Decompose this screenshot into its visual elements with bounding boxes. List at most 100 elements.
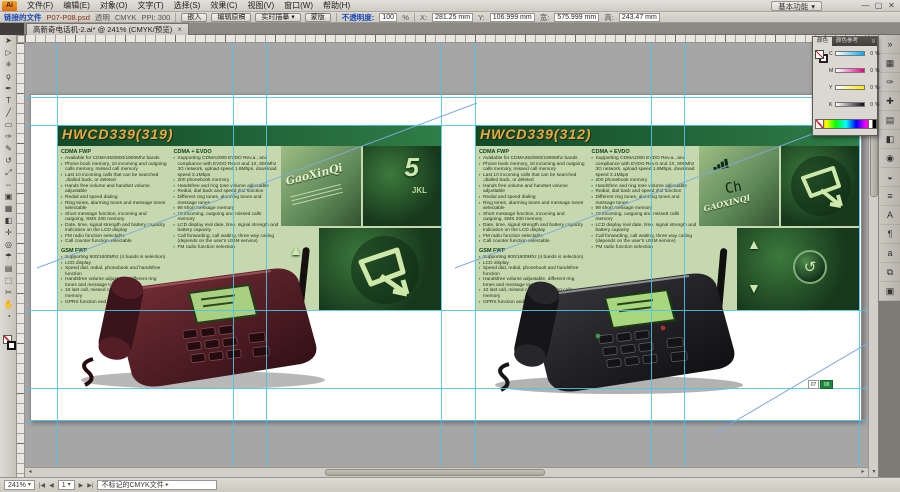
artboards-panel-icon[interactable]: ▣ [879, 282, 900, 301]
width-input[interactable]: 575.999 mm [554, 13, 599, 22]
last-artboard-icon[interactable]: ▶| [87, 482, 93, 489]
fill-chip[interactable] [815, 50, 824, 59]
brushes-panel-icon[interactable]: ✑ [879, 73, 900, 92]
close-icon[interactable]: × [177, 25, 182, 34]
opacity-input[interactable]: 100 [379, 13, 397, 22]
menu-object[interactable]: 对象(O) [95, 0, 133, 11]
graphic-styles-panel-icon[interactable]: ▤ [879, 111, 900, 130]
slider-value[interactable]: 0 [867, 68, 873, 74]
type-tool-icon[interactable]: T [0, 95, 17, 107]
slider-value[interactable]: 0 [867, 85, 873, 91]
close-button[interactable]: ✕ [885, 0, 898, 11]
paragraph-panel-icon[interactable]: ¶ [879, 225, 900, 244]
menu-file[interactable]: 文件(F) [22, 0, 58, 11]
fill-stroke-indicator[interactable] [815, 50, 829, 64]
layers-panel-icon[interactable]: ⧉ [879, 263, 900, 282]
live-trace-button[interactable]: 实时描摹 ▾ [255, 13, 300, 22]
scroll-left-icon[interactable]: ◂ [25, 468, 35, 477]
selection-tool-icon[interactable]: ➤ [0, 35, 17, 47]
menu-help[interactable]: 帮助(H) [318, 0, 355, 11]
workspace-switcher[interactable]: 基本功能 ▾ [771, 1, 822, 11]
artboard-tool-icon[interactable]: ⬚ [0, 275, 17, 287]
line-tool-icon[interactable]: ╱ [0, 107, 17, 119]
cyan-slider[interactable] [835, 51, 865, 56]
menu-edit[interactable]: 编辑(E) [58, 0, 95, 11]
edit-original-button[interactable]: 编辑原稿 [211, 13, 251, 22]
menu-type[interactable]: 文字(T) [132, 0, 168, 11]
linked-file-label[interactable]: 链接的文件 [4, 12, 42, 23]
free-transform-tool-icon[interactable]: ▣ [0, 191, 17, 203]
appearance-panel-icon[interactable]: ◉ [879, 149, 900, 168]
scroll-right-icon[interactable]: ▸ [858, 468, 868, 477]
previous-artboard-icon[interactable]: ◀ [49, 482, 54, 489]
mesh-tool-icon[interactable]: ▦ [0, 203, 17, 215]
direct-selection-tool-icon[interactable]: ▷ [0, 47, 17, 59]
artboard-number-field[interactable]: 1 ▾ [58, 480, 75, 490]
height-input[interactable]: 243.47 mm [619, 13, 660, 22]
graph-tool-icon[interactable]: ▤ [0, 263, 17, 275]
status-text: 不标记的CMYK文件 [101, 481, 163, 490]
stroke-panel-icon[interactable]: ≡ [879, 187, 900, 206]
menu-effect[interactable]: 效果(C) [205, 0, 242, 11]
mask-button[interactable]: 蒙版 [305, 13, 331, 22]
horizontal-scrollbar[interactable]: ◂ ▸ [25, 467, 868, 477]
black-white-swatch[interactable] [868, 120, 876, 128]
menu-window[interactable]: 窗口(W) [279, 0, 318, 11]
status-bar: 241% ▾ |◀ ◀ 1 ▾ ▶ ▶| 不标记的CMYK文件 ▸ [0, 477, 900, 492]
hand-tool-icon[interactable]: ✋ [0, 299, 17, 311]
horizontal-scroll-thumb[interactable] [325, 469, 545, 476]
tab-color-guide[interactable]: 颜色参考 [832, 37, 862, 46]
magenta-slider[interactable] [835, 68, 865, 73]
black-slider[interactable] [835, 102, 865, 107]
slice-tool-icon[interactable]: ✂ [0, 287, 17, 299]
symbols-panel-icon[interactable]: ✚ [879, 92, 900, 111]
magic-wand-tool-icon[interactable]: ✳ [0, 59, 17, 71]
first-artboard-icon[interactable]: |◀ [39, 482, 45, 489]
stroke-color-swatch[interactable] [7, 341, 16, 350]
gradient-tool-icon[interactable]: ◧ [0, 215, 17, 227]
minimize-button[interactable]: — [859, 0, 872, 11]
x-input[interactable]: 281.25 mm [432, 13, 473, 22]
eyedropper-tool-icon[interactable]: ✛ [0, 227, 17, 239]
gradient-panel-icon[interactable]: ◧ [879, 130, 900, 149]
none-color-swatch[interactable] [816, 120, 824, 128]
glyphs-panel-icon[interactable]: a [879, 244, 900, 263]
restore-button[interactable]: ▢ [872, 0, 885, 11]
blend-tool-icon[interactable]: ◎ [0, 239, 17, 251]
symbol-sprayer-tool-icon[interactable]: ☂ [0, 251, 17, 263]
list-item: Short message function, incoming and out… [479, 212, 585, 223]
rotate-tool-icon[interactable]: ↺ [0, 155, 17, 167]
tab-color[interactable]: 颜色 [813, 37, 832, 46]
pencil-tool-icon[interactable]: ✎ [0, 143, 17, 155]
zoom-level-field[interactable]: 241% ▾ [4, 480, 35, 490]
character-panel-icon[interactable]: A [879, 206, 900, 225]
zoom-tool-icon[interactable]: ◔ [0, 311, 17, 323]
list-item: Different ring tones, alarming tones and… [174, 195, 280, 206]
lasso-tool-icon[interactable]: ϙ [0, 71, 17, 83]
width-tool-icon[interactable]: ⇔ [0, 179, 17, 191]
pen-tool-icon[interactable]: ✒ [0, 83, 17, 95]
color-spectrum-bar[interactable] [815, 119, 877, 129]
menu-view[interactable]: 视图(V) [242, 0, 279, 11]
panel-menu-icon[interactable]: ≡ [871, 39, 877, 45]
slider-label: M [829, 68, 833, 74]
slider-value[interactable]: 0 [867, 102, 873, 108]
list-item: Last 10 incoming calls that can be searc… [61, 173, 167, 184]
menu-select[interactable]: 选择(S) [169, 0, 206, 11]
paintbrush-tool-icon[interactable]: ✑ [0, 131, 17, 143]
next-artboard-icon[interactable]: ▶ [79, 482, 84, 489]
swatches-panel-icon[interactable]: ▦ [879, 54, 900, 73]
document-tab[interactable]: 高新奇电话机-2.ai* @ 241% (CMYK/预览) × [26, 23, 189, 35]
embed-button[interactable]: 嵌入 [181, 13, 207, 22]
collapse-dock-icon[interactable]: » [879, 35, 900, 54]
scale-tool-icon[interactable]: ⤢ [0, 167, 17, 179]
yellow-slider[interactable] [835, 85, 865, 90]
transparency-panel-icon[interactable]: ◒ [879, 168, 900, 187]
y-input[interactable]: 106.999 mm [490, 13, 535, 22]
slider-value[interactable]: 0 [867, 51, 873, 57]
opacity-label[interactable]: 不透明度: [342, 12, 375, 23]
black-phone-photo [477, 236, 753, 396]
canvas[interactable]: HWCD339(319) CDMA FWP Available for CDMA… [25, 43, 868, 477]
status-display-field[interactable]: 不标记的CMYK文件 ▸ [97, 480, 217, 490]
rectangle-tool-icon[interactable]: ▭ [0, 119, 17, 131]
